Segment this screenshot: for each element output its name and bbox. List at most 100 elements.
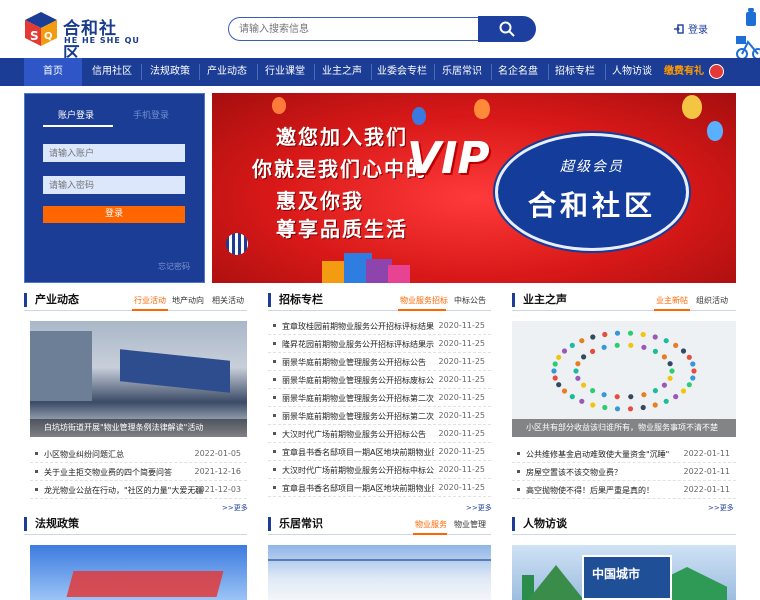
person-figure	[661, 354, 667, 360]
list-item[interactable]: 宜章县书香名邸项目一期A区地块前期物业服... 2020-11-25	[268, 479, 491, 497]
list-item[interactable]: 宜章县书香名邸项目一期A区地块前期物业服... 2020-11-25	[268, 443, 491, 461]
person-figure	[690, 375, 696, 381]
tab-account-login[interactable]: 账户登录	[58, 108, 94, 121]
list-item[interactable]: 丽景华庭前期物业管理服务公开招标第二次... 2020-11-25	[268, 389, 491, 407]
section-title-tender: 招标专栏	[268, 293, 323, 307]
nav-living-tips[interactable]: 乐居常识	[436, 58, 488, 86]
login-submit-button[interactable]: 登录	[43, 206, 185, 223]
tab-organized-activity[interactable]: 组织活动	[696, 295, 728, 306]
list-item-date: 2020-11-25	[438, 375, 486, 384]
person-figure	[575, 361, 581, 367]
list-item[interactable]: 丽景华庭前期物业管理服务公开招标第二次... 2020-11-25	[268, 407, 491, 425]
list-item[interactable]: 龙光物业公益在行动，"社区的力量"大爱无疆 2021-12-03	[30, 481, 247, 499]
login-icon	[674, 23, 684, 34]
person-figure	[573, 368, 579, 374]
tab-property-tender[interactable]: 物业服务招标	[400, 295, 448, 306]
nav-pay-gift[interactable]: 缴费有礼	[664, 58, 704, 86]
person-figure	[590, 348, 596, 354]
balloon-decoration	[682, 95, 702, 119]
login-tabs: 账户登录 手机登录	[43, 104, 188, 128]
site-logo[interactable]: S Q 合和社区 HE HE SHE QU	[22, 10, 139, 64]
bullet	[273, 414, 276, 417]
person-figure	[686, 354, 692, 360]
nav-owners-voice[interactable]: 业主之声	[316, 58, 368, 86]
tab-property-service[interactable]: 物业服务	[415, 519, 447, 530]
list-item[interactable]: 宜章玫桂园前期物业服务公开招标评标结果... 2020-11-25	[268, 317, 491, 335]
tab-property-management[interactable]: 物业管理	[454, 519, 486, 530]
list-item-title: 隆昇花园前期物业服务公开招标评标结果示	[282, 340, 434, 349]
tender-more-link[interactable]: >>更多	[466, 503, 492, 513]
nav-tenders[interactable]: 招标专栏	[549, 58, 601, 86]
interview-feature-image[interactable]: 中国城市	[512, 545, 736, 600]
nav-interviews[interactable]: 人物访谈	[606, 58, 658, 86]
person-figure	[614, 342, 620, 348]
person-figure	[581, 382, 587, 388]
list-item[interactable]: 大汉时代广场前期物业服务公开招标中标公告 2020-11-25	[268, 461, 491, 479]
list-item[interactable]: 丽景华庭前期物业管理服务公开招标公告 2020-11-25	[268, 353, 491, 371]
list-item-date: 2022-01-11	[683, 449, 731, 458]
owners-more-link[interactable]: >>更多	[708, 503, 734, 513]
logo-text-en: HE HE SHE QU	[64, 36, 140, 45]
tab-industry-activity[interactable]: 行业活动	[134, 295, 166, 306]
account-input[interactable]	[43, 144, 185, 162]
banner-line-3: 惠及你我	[276, 189, 364, 213]
tab-phone-login[interactable]: 手机登录	[133, 108, 169, 121]
tab-property-trend[interactable]: 地产动向	[172, 295, 204, 306]
search-button[interactable]	[478, 16, 536, 42]
law-feature-image[interactable]	[30, 545, 247, 600]
forgot-password-link[interactable]: 忘记密码	[158, 261, 190, 272]
law-section-header: 法规政策	[24, 515, 247, 535]
industry-feature-image[interactable]: 白坑坊街道开展"物业管理条例法律解读"活动	[30, 321, 247, 437]
list-item[interactable]: 关于业主拒交物业费的四个简要问答 2021-12-16	[30, 463, 247, 481]
vip-banner[interactable]: 邀您加入我们 你就是我们心中的 VIP 惠及你我 尊享品质生活 超级会员 合和社…	[212, 93, 736, 283]
password-input[interactable]	[43, 176, 185, 194]
balloon-decoration	[707, 121, 723, 141]
list-item[interactable]: 高空抛物使不得！后果严重是真的！ 2022-01-11	[512, 481, 736, 499]
person-figure	[673, 342, 679, 348]
list-item[interactable]: 房屋空置该不该交物业费？ 2022-01-11	[512, 463, 736, 481]
industry-more-link[interactable]: >>更多	[222, 503, 248, 513]
list-item[interactable]: 隆昇花园前期物业服务公开招标评标结果示 2020-11-25	[268, 335, 491, 353]
banner-line-1: 邀您加入我们	[276, 125, 408, 149]
tab-award-notice[interactable]: 中标公告	[454, 295, 486, 306]
tab-owner-posts[interactable]: 业主新帖	[656, 295, 688, 306]
person-figure	[663, 338, 669, 344]
owners-feature-image[interactable]: 小区共有部分收益该归谁所有，物业服务事项不清不楚	[512, 321, 736, 437]
list-item[interactable]: 大汉时代广场前期物业服务公开招标公告 2020-11-25	[268, 425, 491, 443]
living-feature-image[interactable]	[268, 545, 491, 600]
nav-laws-policies[interactable]: 法规政策	[144, 58, 196, 86]
person-figure	[601, 344, 607, 350]
bullet	[517, 488, 520, 491]
balloon-decoration	[412, 107, 426, 125]
skyline-decoration	[268, 559, 491, 561]
person-figure	[680, 388, 687, 394]
bullet	[273, 468, 276, 471]
list-item[interactable]: 小区物业纠纷问题汇总 2022-01-05	[30, 445, 247, 463]
active-tab-underline	[43, 125, 113, 127]
nav-divider	[314, 64, 315, 80]
list-item-title: 宜章玫桂园前期物业服务公开招标评标结果...	[282, 322, 434, 331]
nav-industry-news[interactable]: 产业动态	[201, 58, 253, 86]
nav-committee[interactable]: 业委会专栏	[372, 58, 432, 86]
list-item[interactable]: 公共维修基金启动难致使大量资金"沉睡" 2022-01-11	[512, 445, 736, 463]
nav-home[interactable]: 首页	[24, 58, 82, 86]
search-input[interactable]	[228, 17, 478, 41]
tab-related-activity[interactable]: 相关活动	[212, 295, 244, 306]
list-item-date: 2020-11-25	[438, 483, 486, 492]
nav-famous-companies[interactable]: 名企名盘	[492, 58, 544, 86]
list-item[interactable]: 丽景华庭前期物业管理服务公开招标废标公告 2020-11-25	[268, 371, 491, 389]
list-item-date: 2021-12-16	[194, 467, 242, 476]
list-item-date: 2020-11-25	[438, 393, 486, 402]
building-decoration	[30, 331, 92, 401]
list-item-title: 关于业主拒交物业费的四个简要问答	[44, 468, 172, 477]
banner-vip: VIP	[407, 133, 490, 184]
svg-text:Q: Q	[44, 31, 53, 42]
nav-industry-class[interactable]: 行业课堂	[259, 58, 311, 86]
person-figure	[590, 388, 596, 394]
person-figure	[652, 334, 658, 340]
nav-credit-community[interactable]: 信用社区	[86, 58, 138, 86]
list-item-title: 丽景华庭前期物业管理服务公开招标第二次...	[282, 394, 434, 403]
header-login-link[interactable]: 登录	[674, 21, 708, 36]
bullet	[35, 470, 38, 473]
bullet	[273, 378, 276, 381]
